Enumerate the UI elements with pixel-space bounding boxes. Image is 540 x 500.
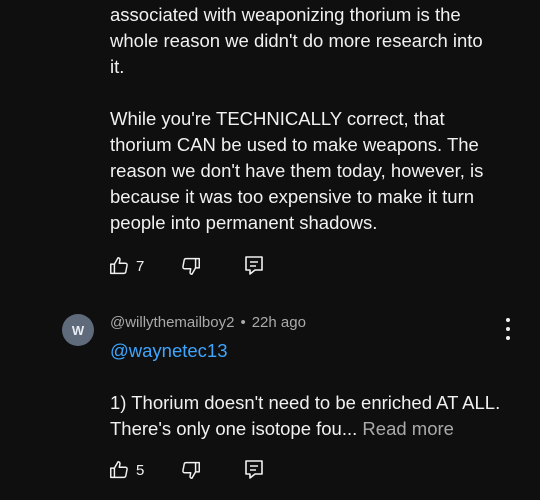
comment-text: 1) Thorium doesn't need to be enriched A… (110, 390, 530, 442)
meta-separator: • (240, 314, 246, 331)
read-more-link[interactable]: Read more (362, 418, 454, 439)
comment-actions: 5 (108, 456, 264, 484)
like-count: 7 (136, 257, 145, 275)
thumbs-down-icon (180, 255, 202, 277)
comments-screen: associated with weaponizing thorium is t… (0, 0, 540, 500)
author-handle[interactable]: @willythemailboy2 (110, 314, 234, 331)
reply-button[interactable] (244, 459, 264, 481)
like-button[interactable]: 5 (108, 459, 144, 481)
dislike-button[interactable] (180, 459, 202, 481)
comment-meta: @willythemailboy2 • 22h ago (110, 314, 306, 331)
more-vertical-icon (506, 318, 510, 322)
thumbs-up-icon (108, 255, 130, 277)
more-options-button[interactable] (500, 318, 516, 340)
comment-actions: 7 (108, 252, 264, 280)
mention-link[interactable]: @waynetec13 (110, 338, 228, 364)
comment-timestamp[interactable]: 22h ago (252, 314, 306, 331)
reply-comment-icon (244, 255, 264, 277)
dislike-button[interactable] (180, 255, 202, 277)
like-button[interactable]: 7 (108, 255, 144, 277)
reply-comment-icon (244, 459, 264, 481)
thumbs-up-icon (108, 459, 130, 481)
reply-button[interactable] (244, 255, 264, 277)
thumbs-down-icon (180, 459, 202, 481)
comment-text: associated with weaponizing thorium is t… (110, 4, 484, 233)
like-count: 5 (136, 461, 145, 479)
avatar[interactable]: W (62, 314, 94, 346)
more-vertical-icon-dot (506, 327, 510, 331)
more-vertical-icon-dot (506, 336, 510, 340)
